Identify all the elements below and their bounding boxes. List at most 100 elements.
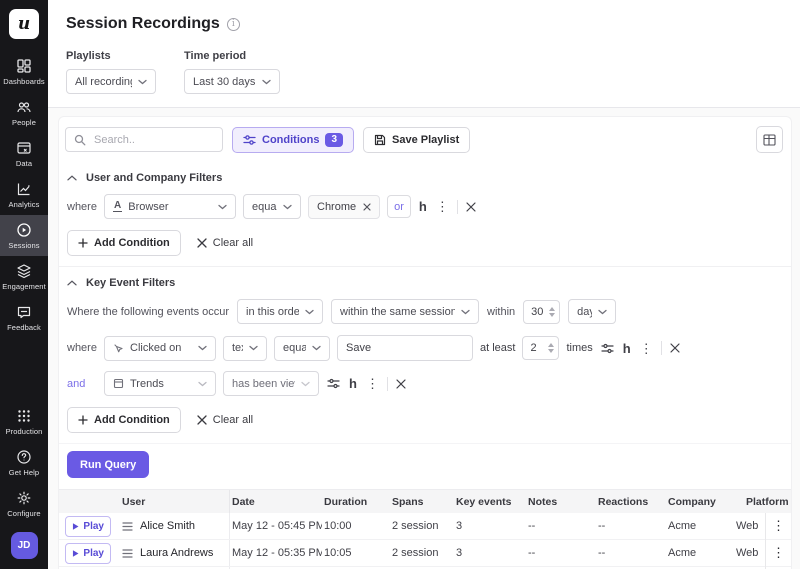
remove-condition-icon[interactable]: [465, 202, 477, 212]
column-header-duration[interactable]: Duration: [322, 496, 390, 508]
user-avatar[interactable]: JD: [11, 532, 38, 559]
column-header-notes[interactable]: Notes: [526, 496, 596, 508]
column-header-key-events[interactable]: Key events: [454, 496, 526, 508]
table-body: Play Alice Smith May 12 - 05:45 PM 10:00…: [59, 513, 791, 569]
within-value-input[interactable]: [523, 300, 560, 324]
remove-condition-icon[interactable]: [395, 379, 407, 389]
playlists-select[interactable]: All recordings: [66, 69, 156, 94]
group-condition-icon[interactable]: h: [622, 342, 632, 355]
chevron-down-icon: [262, 79, 271, 85]
analytics-icon: [16, 181, 32, 197]
operator-select[interactable]: equals: [243, 194, 301, 219]
event-filters-section: Key Event Filters Where the following ev…: [59, 266, 791, 443]
event-select[interactable]: Clicked on: [104, 336, 216, 361]
close-icon: [197, 238, 207, 248]
stepper-icon[interactable]: [549, 307, 555, 317]
production-icon: [16, 408, 32, 424]
chevron-down-icon: [301, 381, 310, 387]
column-header-company[interactable]: Company: [666, 496, 734, 508]
play-label: Play: [83, 521, 104, 532]
session-company: Acme: [666, 520, 734, 532]
content-area: Conditions 3 Save Playlist: [48, 108, 800, 569]
event-filters-title: Key Event Filters: [86, 277, 175, 289]
property-select[interactable]: text: [223, 336, 267, 361]
event-value-input[interactable]: [337, 335, 473, 361]
group-condition-icon[interactable]: h: [348, 377, 358, 390]
column-header-platform[interactable]: Platform: [734, 496, 791, 508]
user-name: Laura Andrews: [140, 547, 213, 559]
column-header-user[interactable]: User: [120, 490, 230, 513]
remove-chip-icon[interactable]: [363, 203, 371, 211]
filter-properties-icon[interactable]: [600, 343, 615, 354]
sidebar-item-label: Feedback: [7, 323, 41, 332]
chevron-down-icon: [198, 345, 207, 351]
event-filter-row-2: and Trends has been viewed: [67, 370, 783, 405]
sidebar-item-engagement[interactable]: Engagement: [0, 256, 48, 297]
add-condition-button[interactable]: Add Condition: [67, 230, 181, 256]
divider: [457, 200, 458, 214]
save-playlist-button[interactable]: Save Playlist: [363, 127, 470, 153]
more-options-icon[interactable]: ⋮: [639, 342, 654, 355]
remove-condition-icon[interactable]: [669, 343, 681, 353]
sidebar-item-analytics[interactable]: Analytics: [0, 174, 48, 215]
more-options-icon[interactable]: ⋮: [365, 377, 380, 390]
chevron-down-icon: [305, 309, 314, 315]
play-button[interactable]: Play: [65, 543, 111, 564]
within-value[interactable]: [531, 306, 545, 318]
session-duration: 10:00: [322, 520, 390, 532]
sidebar-item-label: Get Help: [9, 468, 39, 477]
play-button[interactable]: Play: [65, 516, 111, 537]
sidebar-item-data[interactable]: Data: [0, 133, 48, 174]
stepper-icon[interactable]: [548, 343, 554, 353]
conditions-button[interactable]: Conditions 3: [232, 127, 354, 153]
sidebar-item-sessions[interactable]: Sessions: [0, 215, 48, 256]
engagement-icon: [16, 263, 32, 279]
clear-all-button[interactable]: Clear all: [197, 237, 253, 249]
sidebar-item-production[interactable]: Production: [0, 401, 48, 442]
times-count-input[interactable]: [522, 336, 559, 360]
time-period-select[interactable]: Last 30 days: [184, 69, 280, 94]
app-logo[interactable]: u: [9, 9, 39, 39]
row-menu-button[interactable]: ⋮: [766, 513, 791, 540]
sidebar-footer-nav: Production Get Help Configure: [0, 401, 48, 524]
sidebar-item-people[interactable]: People: [0, 92, 48, 133]
columns-button[interactable]: [756, 126, 783, 153]
value-chip: Chrome: [308, 195, 380, 219]
row-menu-button[interactable]: ⋮: [766, 540, 791, 567]
sidebar-item-get-help[interactable]: Get Help: [0, 442, 48, 483]
where-label: where: [67, 342, 97, 354]
order-select[interactable]: in this order: [237, 299, 323, 324]
sidebar-item-label: Data: [16, 159, 32, 168]
event-select[interactable]: Trends: [104, 371, 216, 396]
user-filters-header[interactable]: User and Company Filters: [67, 167, 783, 193]
event-operator-select[interactable]: equals: [274, 336, 330, 361]
field-select[interactable]: A Browser: [104, 194, 236, 219]
chevron-down-icon: [598, 309, 607, 315]
filter-properties-icon[interactable]: [326, 378, 341, 389]
info-icon[interactable]: i: [227, 18, 240, 31]
scope-select[interactable]: within the same session: [331, 299, 479, 324]
save-icon: [374, 134, 386, 146]
group-condition-icon[interactable]: h: [418, 200, 428, 213]
unit-select[interactable]: days: [568, 299, 616, 324]
sidebar-item-configure[interactable]: Configure: [0, 483, 48, 524]
times-count-value[interactable]: [530, 342, 544, 354]
viewed-operator-select[interactable]: has been viewed: [223, 371, 319, 396]
search-input[interactable]: [92, 133, 214, 147]
play-icon: [72, 549, 79, 558]
click-icon: [113, 343, 124, 354]
column-header-spans[interactable]: Spans: [390, 496, 454, 508]
clear-all-button[interactable]: Clear all: [197, 414, 253, 426]
time-period-value: Last 30 days: [193, 76, 256, 88]
add-condition-button[interactable]: Add Condition: [67, 407, 181, 433]
playlists-value: All recordings: [75, 76, 132, 88]
event-filters-header[interactable]: Key Event Filters: [67, 272, 783, 298]
clear-all-label: Clear all: [213, 237, 253, 249]
sidebar-item-dashboards[interactable]: Dashboards: [0, 51, 48, 92]
more-options-icon[interactable]: ⋮: [435, 200, 450, 213]
sidebar-item-feedback[interactable]: Feedback: [0, 297, 48, 338]
column-header-date[interactable]: Date: [230, 496, 322, 508]
column-header-reactions[interactable]: Reactions: [596, 496, 666, 508]
run-query-button[interactable]: Run Query: [67, 451, 149, 478]
or-button[interactable]: or: [387, 195, 411, 218]
